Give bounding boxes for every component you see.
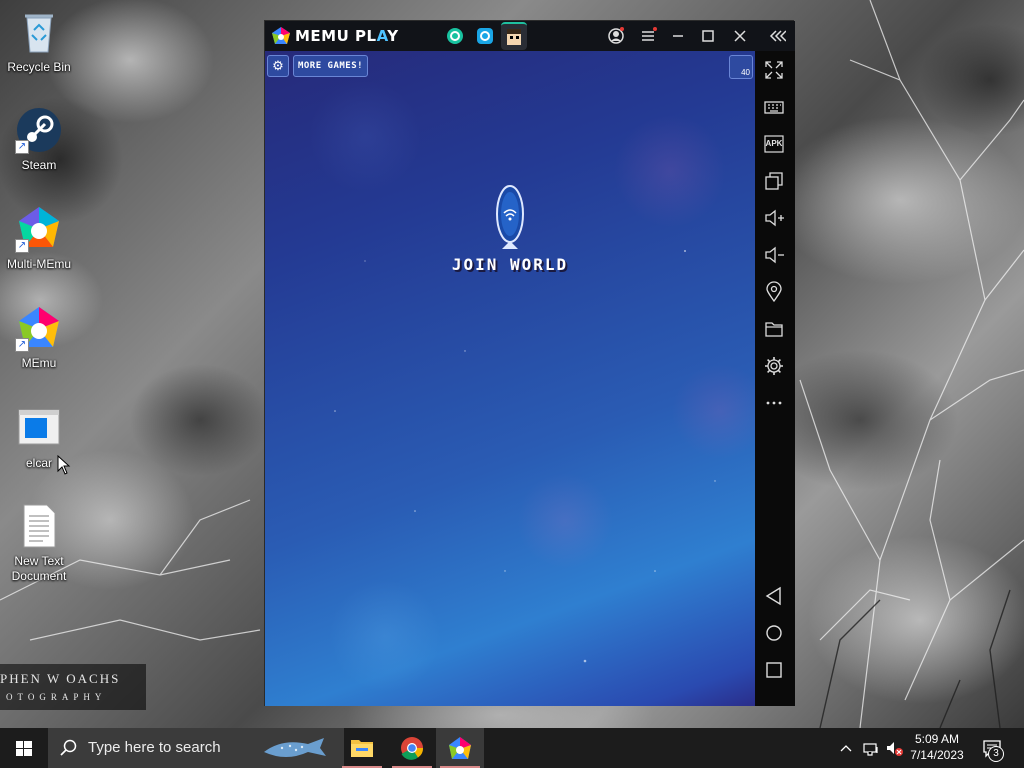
shortcut-arrow-icon: ↗ [15,239,29,253]
taskbar-search-box[interactable]: Type here to search [48,728,344,768]
watermark-line2: OTOGRAPHY [6,692,107,702]
desktop-icon-label: New Text Document [11,554,67,583]
clock-date: 7/14/2023 [910,748,964,762]
desktop-icon-label: MEmu [21,356,57,370]
mouse-cursor-icon [57,455,71,475]
memu-titlebar[interactable]: MEMU PLAY [265,21,795,51]
menu-icon[interactable] [637,26,659,46]
corner-badge-text: 40 [741,68,750,77]
join-world-portal[interactable] [495,185,525,251]
settings-icon[interactable] [763,355,785,377]
taskbar-clock[interactable]: 5:09 AM 7/14/2023 [900,731,974,763]
multi-window-icon[interactable] [763,170,785,192]
memu-sidebar: APK [755,51,795,706]
windows-logo-icon [16,741,32,756]
app-tab-icon[interactable] [475,26,495,46]
recycle-bin-icon [15,8,63,56]
location-icon[interactable] [763,281,785,303]
app-tab-icon[interactable] [445,26,465,46]
whale-shark-highlight-icon [264,738,326,757]
minimize-icon[interactable] [667,26,689,46]
corner-badge-button[interactable]: 40 [729,55,753,79]
desktop-icon-memu[interactable]: ↗ MEmu [4,304,74,371]
memu-window: MEMU PLAY ⚙ MORE GAMES! 40 JOIN WORLD AP… [264,20,795,706]
search-icon [60,739,77,756]
desktop-icon-label: Recycle Bin [7,60,71,74]
fullscreen-icon[interactable] [763,59,785,81]
recents-icon[interactable] [763,659,785,681]
memu-taskbar-icon [449,737,471,759]
taskbar-memu[interactable] [436,728,484,768]
memu-icon: ↗ [15,304,63,352]
taskbar: Type here to search 5:09 AM 7/14/2023 3 [0,728,1024,768]
back-icon[interactable] [763,585,785,607]
network-icon[interactable] [861,738,881,758]
tray-overflow-chevron-icon[interactable] [836,738,856,758]
apk-label: APK [765,139,783,148]
volume-down-icon[interactable] [763,244,785,266]
home-icon[interactable] [763,622,785,644]
desktop-icon-label: Steam [21,158,57,172]
text-document-icon [15,502,63,550]
clock-time: 5:09 AM [914,732,960,746]
game-settings-button[interactable]: ⚙ [267,55,289,77]
memu-logo: MEMU PLAY [271,26,399,46]
shortcut-arrow-icon: ↗ [15,140,29,154]
close-icon[interactable] [729,26,751,46]
chrome-icon [401,737,424,760]
photographer-watermark: PHEN W OACHS OTOGRAPHY [0,664,146,710]
starfield [334,250,716,663]
memu-logo-text: MEMU PLAY [295,27,399,45]
more-icon[interactable] [763,392,785,414]
join-world-label[interactable]: JOIN WORLD [435,255,585,274]
more-games-button[interactable]: MORE GAMES! [293,55,368,77]
file-explorer-icon [351,740,373,757]
memu-logo-icon [272,27,290,44]
watermark-line1: PHEN W OACHS [0,671,121,686]
maximize-icon[interactable] [697,26,719,46]
multi-memu-icon: ↗ [15,205,63,253]
keyboard-icon[interactable] [763,96,785,118]
application-window-icon [15,404,63,452]
search-placeholder: Type here to search [88,739,221,756]
folder-icon[interactable] [763,318,785,340]
desktop-icon-recycle-bin[interactable]: Recycle Bin [4,8,74,75]
desktop-icon-new-text-document[interactable]: New Text Document [4,502,74,584]
desktop-icon-multi-memu[interactable]: ↗ Multi-MEmu [4,205,74,272]
start-button[interactable] [0,728,48,768]
desktop-icon-steam[interactable]: ↗ Steam [4,106,74,173]
settings-icon: ⚙ [272,58,284,73]
collapse-icon[interactable] [765,26,787,46]
notification-count-badge: 3 [988,746,1004,762]
game-screen[interactable]: ⚙ MORE GAMES! 40 JOIN WORLD [265,51,755,706]
apk-icon[interactable]: APK [763,133,785,155]
volume-up-icon[interactable] [763,207,785,229]
steam-icon: ↗ [15,106,63,154]
wifi-portal-icon [496,185,524,249]
taskbar-file-explorer[interactable] [338,728,386,768]
account-icon[interactable] [605,26,627,46]
taskbar-chrome[interactable] [388,728,436,768]
game-tab-icon[interactable] [501,22,527,50]
desktop-icon-label: Multi-MEmu [6,257,71,271]
shortcut-arrow-icon: ↗ [15,338,29,352]
